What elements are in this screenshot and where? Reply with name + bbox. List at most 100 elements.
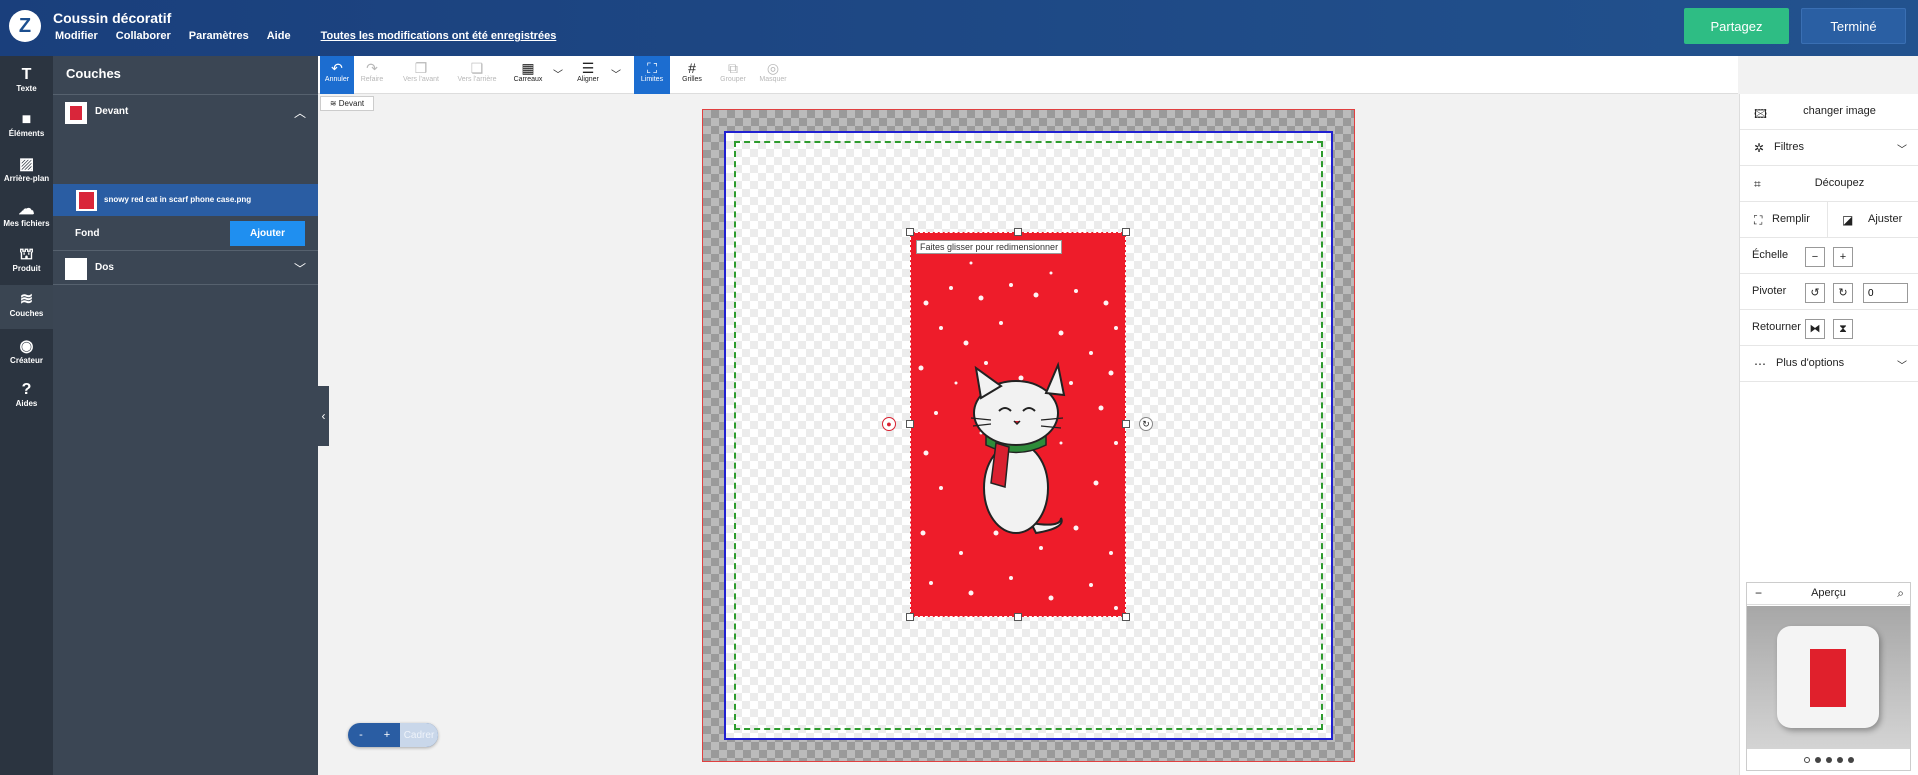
chevron-up-icon[interactable]: ︿ xyxy=(294,104,306,121)
background-icon: ▨ xyxy=(18,156,35,173)
more-options-row[interactable]: ⋯ Plus d'options ﹀ xyxy=(1740,346,1918,382)
scale-down-button[interactable]: − xyxy=(1805,247,1825,267)
resize-handle-bottom-left[interactable] xyxy=(906,613,914,621)
top-header: Z Coussin décoratif Modifier Collaborer … xyxy=(0,0,1918,56)
tool-layers[interactable]: ≋ Couches xyxy=(0,285,53,329)
tool-background[interactable]: ▨ Arrière-plan xyxy=(0,150,53,194)
menu-collaborer[interactable]: Collaborer xyxy=(116,30,171,42)
layers-panel-title: Couches xyxy=(66,66,121,81)
tool-elements[interactable]: ■ Éléments xyxy=(0,105,53,149)
done-button[interactable]: Terminé xyxy=(1801,8,1906,44)
search-icon[interactable]: ⌕ xyxy=(1897,586,1904,601)
anchor-pin-icon[interactable]: ● xyxy=(882,417,896,431)
chevron-down-icon: ﹀ xyxy=(1897,145,1907,156)
saved-status-link[interactable]: Toutes les modifications ont été enregis… xyxy=(321,30,557,42)
layer-group-back[interactable]: Dos ﹀ xyxy=(53,250,318,284)
fit-button[interactable]: ◪ Ajuster xyxy=(1828,202,1918,238)
chevron-down-icon: ﹀ xyxy=(553,70,563,81)
menu-modifier[interactable]: Modifier xyxy=(55,30,98,42)
face-tag[interactable]: ≋ Devant xyxy=(320,96,374,111)
more-dots-icon: ⋯ xyxy=(1754,357,1766,371)
preview-dot-4[interactable] xyxy=(1836,757,1843,763)
bring-forward-icon: ❐ xyxy=(414,60,428,76)
grid-button[interactable]: # Grilles xyxy=(674,56,710,94)
rotate-left-icon[interactable]: ↺ xyxy=(1805,283,1825,303)
layers-icon: ≋ xyxy=(329,99,339,108)
grid-icon: # xyxy=(688,60,696,76)
flip-vertical-icon[interactable]: ⧗ xyxy=(1833,319,1853,339)
preview-panel: − Aperçu ⌕ xyxy=(1746,582,1911,771)
resize-handle-right[interactable] xyxy=(1122,420,1130,428)
resize-handle-top-right[interactable] xyxy=(1122,228,1130,236)
user-icon: ◉ xyxy=(19,338,34,355)
fill-button[interactable]: ⛶ Remplir xyxy=(1740,202,1828,238)
add-background-button[interactable]: Ajouter xyxy=(230,221,305,246)
rotate-right-icon[interactable]: ↻ xyxy=(1833,283,1853,303)
redo-button[interactable]: ↷ Refaire xyxy=(356,56,388,94)
resize-handle-left[interactable] xyxy=(906,420,914,428)
scale-up-button[interactable]: + xyxy=(1833,247,1853,267)
preview-dot-3[interactable] xyxy=(1825,757,1832,763)
layer-item-selected[interactable]: snowy red cat in scarf phone case.png xyxy=(53,184,318,216)
chevron-down-icon: ﹀ xyxy=(1897,361,1907,372)
selected-image[interactable] xyxy=(910,232,1126,617)
preview-dot-5[interactable] xyxy=(1847,757,1854,763)
group-button[interactable]: ⧉ Grouper xyxy=(714,56,752,94)
resize-handle-top-left[interactable] xyxy=(906,228,914,236)
resize-handle-top[interactable] xyxy=(1014,228,1022,236)
align-dropdown[interactable]: ﹀ xyxy=(610,56,622,94)
tiles-button[interactable]: ▦ Carreaux xyxy=(508,56,548,94)
collapse-panel-tab[interactable]: ‹ xyxy=(318,386,329,446)
rotate-row: Pivoter ↺ ↻ xyxy=(1740,274,1918,310)
change-image-row[interactable]: 🖾 changer image xyxy=(1740,94,1918,130)
bring-forward-button[interactable]: ❐ Vers l'avant xyxy=(398,56,444,94)
send-backward-button[interactable]: ❏ Vers l'arrière xyxy=(452,56,502,94)
tool-product[interactable]: ⛫ Produit xyxy=(0,240,53,284)
layer-group-front[interactable]: Devant ︿ xyxy=(53,94,318,128)
tool-my-files[interactable]: ☁ Mes fichiers xyxy=(0,195,53,239)
rotate-handle-icon[interactable]: ↻ xyxy=(1139,417,1153,431)
chevron-down-icon[interactable]: ﹀ xyxy=(294,260,306,277)
menu-aide[interactable]: Aide xyxy=(267,30,291,42)
zoom-out-button[interactable]: - xyxy=(348,723,374,747)
layers-icon: ≋ xyxy=(19,291,34,308)
scale-row: Échelle − + xyxy=(1740,238,1918,274)
zoom-control: - + Cadrer xyxy=(348,723,438,747)
product-preview-image[interactable] xyxy=(1747,606,1910,749)
bounds-button[interactable]: ⛶ Limites xyxy=(634,56,670,94)
undo-button[interactable]: ↶ Annuler xyxy=(320,56,354,94)
align-button[interactable]: ☰ Aligner xyxy=(568,56,608,94)
zoom-fit-button[interactable]: Cadrer xyxy=(400,723,438,747)
resize-handle-bottom-right[interactable] xyxy=(1122,613,1130,621)
filter-icon: ✲ xyxy=(1754,141,1765,155)
resize-handle-bottom[interactable] xyxy=(1014,613,1022,621)
tool-text[interactable]: T Texte xyxy=(0,60,53,104)
flip-row: Retourner ⧓ ⧗ xyxy=(1740,310,1918,346)
share-button[interactable]: Partagez xyxy=(1684,8,1789,44)
crop-row[interactable]: ⌗ Découpez xyxy=(1740,166,1918,202)
pillow-mockup xyxy=(1777,626,1879,728)
redo-icon: ↷ xyxy=(366,60,378,76)
filters-row[interactable]: ✲ Filtres ﹀ xyxy=(1740,130,1918,166)
tool-creator[interactable]: ◉ Créateur xyxy=(0,332,53,376)
preview-dot-1[interactable] xyxy=(1803,757,1810,763)
product-icon: ⛫ xyxy=(19,246,34,263)
elements-icon: ■ xyxy=(21,111,32,128)
tool-help[interactable]: ? Aides xyxy=(0,375,53,419)
layers-panel: Couches Devant ︿ snowy red cat in scarf … xyxy=(53,56,318,775)
rotate-angle-input[interactable] xyxy=(1863,283,1908,303)
fit-icon: ◪ xyxy=(1842,213,1854,227)
document-title[interactable]: Coussin décoratif xyxy=(53,10,171,26)
back-thumbnail xyxy=(65,258,87,280)
resize-tooltip: Faites glisser pour redimensionner xyxy=(916,240,1063,254)
flip-horizontal-icon[interactable]: ⧓ xyxy=(1805,319,1825,339)
tiles-dropdown[interactable]: ﹀ xyxy=(552,56,564,94)
zoom-in-button[interactable]: + xyxy=(374,723,400,747)
edit-toolbar: ↶ Annuler ↷ Refaire ❐ Vers l'avant ❏ Vers l'… xyxy=(318,56,1738,94)
app-logo-icon[interactable]: Z xyxy=(9,10,41,42)
menu-parametres[interactable]: Paramètres xyxy=(189,30,249,42)
preview-dot-2[interactable] xyxy=(1814,757,1821,763)
send-backward-icon: ❏ xyxy=(470,60,484,76)
snowy-cat-artwork xyxy=(918,261,1118,610)
hide-button[interactable]: ◎ Masquer xyxy=(754,56,792,94)
